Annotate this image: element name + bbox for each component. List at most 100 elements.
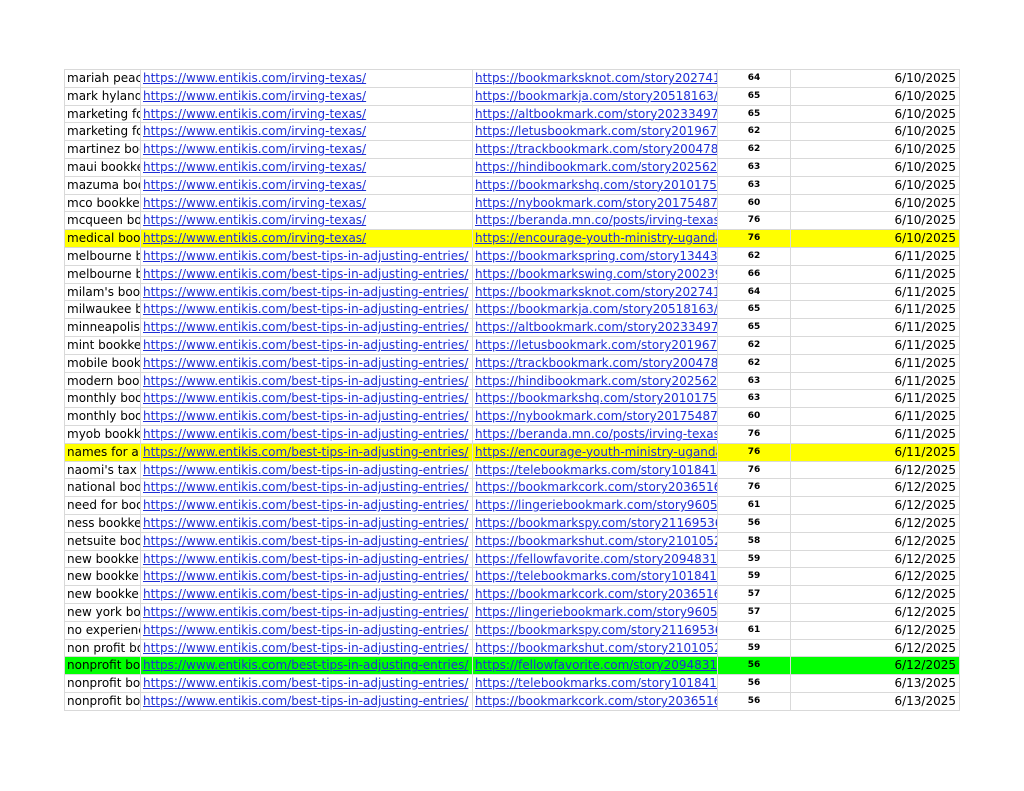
bookmark-url-cell[interactable]: https://bookmarkshut.com/story2101052 — [472, 638, 718, 658]
score-cell[interactable]: 63 — [717, 371, 791, 391]
date-cell[interactable]: 6/10/2025 — [790, 229, 960, 248]
target-url-link[interactable]: https://www.entikis.com/best-tips-in-adj… — [143, 498, 468, 512]
date-cell[interactable]: 6/11/2025 — [790, 371, 960, 391]
bookmark-url-cell[interactable]: https://beranda.mn.co/posts/irving-texas — [472, 211, 718, 231]
target-url-cell[interactable]: https://www.entikis.com/best-tips-in-adj… — [140, 460, 473, 480]
bookmark-url-link[interactable]: https://encourage-youth-ministry-uganda — [475, 445, 717, 459]
target-url-cell[interactable]: https://www.entikis.com/irving-texas/ — [140, 69, 473, 88]
date-cell[interactable]: 6/11/2025 — [790, 264, 960, 284]
bookmark-url-cell[interactable]: https://fellowfavorite.com/story20948315 — [472, 656, 718, 676]
date-cell[interactable]: 6/11/2025 — [790, 389, 960, 409]
bookmark-url-link[interactable]: https://hindibookmark.com/story2025625 — [475, 374, 717, 388]
keyword-cell[interactable]: new york bo — [64, 602, 141, 622]
bookmark-url-link[interactable]: https://bookmarkshq.com/story20101756 — [475, 178, 717, 192]
date-cell[interactable]: 6/10/2025 — [790, 69, 960, 88]
bookmark-url-cell[interactable]: https://telebookmarks.com/story1018419 — [472, 567, 718, 587]
date-cell[interactable]: 6/11/2025 — [790, 424, 960, 444]
target-url-cell[interactable]: https://www.entikis.com/best-tips-in-adj… — [140, 549, 473, 569]
score-cell[interactable]: 63 — [717, 157, 791, 177]
target-url-cell[interactable]: https://www.entikis.com/best-tips-in-adj… — [140, 424, 473, 444]
date-cell[interactable]: 6/10/2025 — [790, 122, 960, 142]
bookmark-url-link[interactable]: https://letusbookmark.com/story2019678 — [475, 124, 717, 138]
target-url-cell[interactable]: https://www.entikis.com/best-tips-in-adj… — [140, 300, 473, 320]
bookmark-url-cell[interactable]: https://altbookmark.com/story20233497/ — [472, 318, 718, 337]
bookmark-url-cell[interactable]: https://nybookmark.com/story20175487/ — [472, 407, 718, 426]
target-url-cell[interactable]: https://www.entikis.com/best-tips-in-adj… — [140, 407, 473, 426]
date-cell[interactable]: 6/12/2025 — [790, 531, 960, 551]
bookmark-url-cell[interactable]: https://bookmarksknot.com/story2027411 — [472, 69, 718, 88]
bookmark-url-cell[interactable]: https://nybookmark.com/story20175487/ — [472, 193, 718, 213]
target-url-link[interactable]: https://www.entikis.com/irving-texas/ — [143, 160, 366, 174]
score-cell[interactable]: 61 — [717, 620, 791, 640]
bookmark-url-cell[interactable]: https://telebookmarks.com/story1018419 — [472, 674, 718, 693]
bookmark-url-link[interactable]: https://bookmarkja.com/story20518163/i — [475, 302, 717, 316]
target-url-cell[interactable]: https://www.entikis.com/irving-texas/ — [140, 175, 473, 195]
target-url-cell[interactable]: https://www.entikis.com/best-tips-in-adj… — [140, 335, 473, 355]
date-cell[interactable]: 6/12/2025 — [790, 496, 960, 515]
bookmark-url-link[interactable]: https://bookmarkcork.com/story2036516 — [475, 587, 717, 601]
bookmark-url-link[interactable]: https://bookmarkspy.com/story21169536 — [475, 516, 717, 530]
bookmark-url-link[interactable]: https://beranda.mn.co/posts/irving-texas — [475, 427, 717, 441]
bookmark-url-link[interactable]: https://fellowfavorite.com/story20948315 — [475, 658, 717, 672]
score-cell[interactable]: 76 — [717, 460, 791, 480]
score-cell[interactable]: 59 — [717, 638, 791, 658]
date-cell[interactable]: 6/12/2025 — [790, 567, 960, 587]
bookmark-url-link[interactable]: https://nybookmark.com/story20175487/ — [475, 196, 717, 210]
keyword-cell[interactable]: no experienc — [64, 620, 141, 640]
score-cell[interactable]: 62 — [717, 246, 791, 266]
date-cell[interactable]: 6/13/2025 — [790, 674, 960, 693]
target-url-cell[interactable]: https://www.entikis.com/best-tips-in-adj… — [140, 478, 473, 498]
bookmark-url-cell[interactable]: https://bookmarkshq.com/story20101756 — [472, 389, 718, 409]
date-cell[interactable]: 6/12/2025 — [790, 620, 960, 640]
keyword-cell[interactable]: naomi's tax — [64, 460, 141, 480]
date-cell[interactable]: 6/11/2025 — [790, 442, 960, 462]
target-url-link[interactable]: https://www.entikis.com/irving-texas/ — [143, 107, 366, 121]
target-url-cell[interactable]: https://www.entikis.com/best-tips-in-adj… — [140, 282, 473, 302]
date-cell[interactable]: 6/10/2025 — [790, 175, 960, 195]
date-cell[interactable]: 6/11/2025 — [790, 318, 960, 337]
score-cell[interactable]: 65 — [717, 318, 791, 337]
keyword-cell[interactable]: names for a — [64, 442, 141, 462]
target-url-link[interactable]: https://www.entikis.com/best-tips-in-adj… — [143, 694, 468, 708]
keyword-cell[interactable]: new bookke — [64, 585, 141, 604]
bookmark-url-link[interactable]: https://nybookmark.com/story20175487/ — [475, 409, 717, 423]
bookmark-url-cell[interactable]: https://lingeriebookmark.com/story96053 — [472, 496, 718, 515]
date-cell[interactable]: 6/10/2025 — [790, 193, 960, 213]
target-url-cell[interactable]: https://www.entikis.com/irving-texas/ — [140, 229, 473, 248]
score-cell[interactable]: 76 — [717, 424, 791, 444]
keyword-cell[interactable]: mco bookkee — [64, 193, 141, 213]
target-url-link[interactable]: https://www.entikis.com/best-tips-in-adj… — [143, 427, 468, 441]
target-url-cell[interactable]: https://www.entikis.com/best-tips-in-adj… — [140, 318, 473, 337]
target-url-link[interactable]: https://www.entikis.com/best-tips-in-adj… — [143, 374, 468, 388]
target-url-link[interactable]: https://www.entikis.com/irving-texas/ — [143, 142, 366, 156]
bookmark-url-cell[interactable]: https://bookmarkcork.com/story2036516 — [472, 478, 718, 498]
date-cell[interactable]: 6/12/2025 — [790, 638, 960, 658]
target-url-cell[interactable]: https://www.entikis.com/best-tips-in-adj… — [140, 496, 473, 515]
score-cell[interactable]: 65 — [717, 300, 791, 320]
keyword-cell[interactable]: maui bookke — [64, 157, 141, 177]
bookmark-url-cell[interactable]: https://hindibookmark.com/story2025625 — [472, 371, 718, 391]
bookmark-url-link[interactable]: https://trackbookmark.com/story2004785 — [475, 356, 717, 370]
score-cell[interactable]: 62 — [717, 122, 791, 142]
score-cell[interactable]: 76 — [717, 478, 791, 498]
date-cell[interactable]: 6/11/2025 — [790, 353, 960, 373]
target-url-link[interactable]: https://www.entikis.com/best-tips-in-adj… — [143, 338, 468, 352]
score-cell[interactable]: 60 — [717, 407, 791, 426]
date-cell[interactable]: 6/12/2025 — [790, 478, 960, 498]
target-url-cell[interactable]: https://www.entikis.com/best-tips-in-adj… — [140, 620, 473, 640]
target-url-link[interactable]: https://www.entikis.com/best-tips-in-adj… — [143, 676, 468, 690]
target-url-cell[interactable]: https://www.entikis.com/best-tips-in-adj… — [140, 531, 473, 551]
bookmark-url-cell[interactable]: https://bookmarkshq.com/story20101756 — [472, 175, 718, 195]
target-url-cell[interactable]: https://www.entikis.com/irving-texas/ — [140, 157, 473, 177]
bookmark-url-cell[interactable]: https://trackbookmark.com/story2004785 — [472, 140, 718, 159]
target-url-link[interactable]: https://www.entikis.com/best-tips-in-adj… — [143, 320, 468, 334]
score-cell[interactable]: 76 — [717, 229, 791, 248]
bookmark-url-link[interactable]: https://bookmarkcork.com/story2036516 — [475, 694, 717, 708]
score-cell[interactable]: 56 — [717, 674, 791, 693]
target-url-cell[interactable]: https://www.entikis.com/best-tips-in-adj… — [140, 674, 473, 693]
bookmark-url-cell[interactable]: https://bookmarkcork.com/story2036516 — [472, 585, 718, 604]
date-cell[interactable]: 6/12/2025 — [790, 513, 960, 533]
target-url-link[interactable]: https://www.entikis.com/irving-texas/ — [143, 213, 366, 227]
bookmark-url-cell[interactable]: https://bookmarkspy.com/story21169536 — [472, 620, 718, 640]
score-cell[interactable]: 59 — [717, 549, 791, 569]
